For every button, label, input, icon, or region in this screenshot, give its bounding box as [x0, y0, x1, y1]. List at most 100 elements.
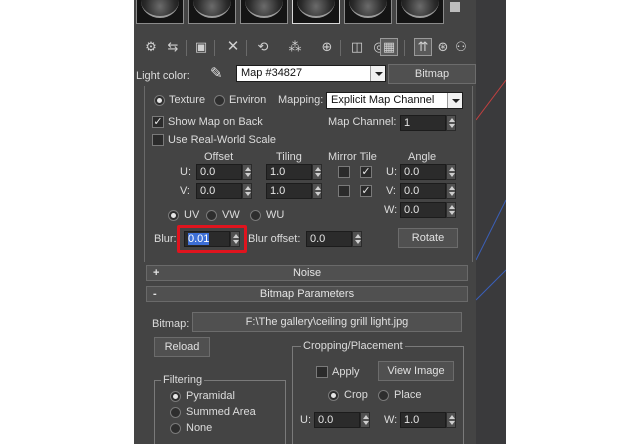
angle-u-label: U:: [386, 166, 397, 178]
map-type-button[interactable]: Bitmap: [388, 64, 476, 84]
v-label: V:: [180, 185, 190, 197]
place-label: Place: [394, 389, 422, 401]
angle-v-spinner[interactable]: [446, 183, 456, 199]
mapping-label: Mapping:: [278, 94, 324, 106]
crop-u-spinner[interactable]: [360, 412, 370, 428]
blur-spinner[interactable]: [230, 231, 240, 247]
pick-material-icon[interactable]: ⚇: [452, 38, 470, 56]
material-id-icon[interactable]: ◫: [348, 38, 366, 56]
real-world-scale-checkbox[interactable]: [152, 134, 164, 146]
view-image-button[interactable]: View Image: [378, 361, 454, 381]
delete-icon[interactable]: ✕: [224, 38, 242, 56]
apply-label: Apply: [332, 366, 360, 378]
crop-radio[interactable]: [328, 390, 339, 401]
chevron-down-icon[interactable]: [447, 93, 462, 108]
mirror-u-checkbox[interactable]: [338, 166, 350, 178]
bitmap-label: Bitmap:: [152, 318, 190, 330]
vw-radio[interactable]: [206, 210, 217, 221]
environ-label: Environ: [229, 94, 267, 106]
summed-area-radio[interactable]: [170, 407, 181, 418]
noise-rollout-header[interactable]: + Noise: [146, 265, 468, 281]
angle-header: Angle: [408, 151, 437, 163]
sample-slot[interactable]: [240, 0, 288, 24]
crop-u-label: U:: [300, 414, 311, 426]
put-material-icon[interactable]: ⇆: [164, 38, 182, 56]
show-map-on-back-label: Show Map on Back: [168, 116, 263, 128]
wu-radio[interactable]: [250, 210, 261, 221]
viewport-wires: [476, 79, 506, 301]
blur-offset-input[interactable]: 0.0: [306, 231, 352, 247]
map-name-field[interactable]: Map #34827: [236, 65, 386, 82]
blur-value-selection: 0.01: [188, 233, 210, 245]
map-channel-input[interactable]: 1: [400, 115, 446, 131]
mapping-dropdown[interactable]: Explicit Map Channel: [326, 92, 463, 109]
map-channel-spinner[interactable]: [446, 115, 456, 131]
pyramidal-radio[interactable]: [170, 391, 181, 402]
place-radio[interactable]: [378, 390, 389, 401]
map-channel-label: Map Channel:: [328, 116, 397, 128]
eyedropper-icon[interactable]: ✎: [210, 64, 230, 84]
tiling-header: Tiling: [276, 151, 302, 163]
crop-u-input[interactable]: 0.0: [314, 412, 360, 428]
sample-slot[interactable]: [136, 0, 184, 24]
apply-checkbox[interactable]: [316, 366, 328, 378]
sample-slot-selected[interactable]: [292, 0, 340, 24]
none-radio[interactable]: [170, 423, 181, 434]
real-world-scale-label: Use Real-World Scale: [168, 134, 277, 146]
tile-v-checkbox[interactable]: ✓: [360, 185, 372, 197]
cropping-title: Cropping/Placement: [301, 340, 405, 352]
chevron-down-icon[interactable]: [370, 66, 385, 81]
copy-material-icon[interactable]: ⟲: [254, 38, 272, 56]
mirror-v-checkbox[interactable]: [338, 185, 350, 197]
uv-label: UV: [184, 209, 200, 221]
rotate-button[interactable]: Rotate: [398, 228, 458, 248]
crop-w-spinner[interactable]: [446, 412, 456, 428]
viewport-strip: [476, 0, 506, 444]
tiling-u-spinner[interactable]: [312, 164, 322, 180]
material-library-icon[interactable]: ⊕: [318, 38, 336, 56]
crop-w-input[interactable]: 1.0: [400, 412, 446, 428]
go-forward-icon[interactable]: ⊛: [434, 38, 452, 56]
none-label: None: [186, 422, 213, 434]
sample-slot[interactable]: [396, 0, 444, 24]
offset-v-input[interactable]: 0.0: [196, 183, 242, 199]
angle-v-label: V:: [386, 185, 396, 197]
sample-slot[interactable]: [188, 0, 236, 24]
mirror-tile-header: Mirror Tile: [328, 151, 377, 163]
make-unique-icon[interactable]: ⁂: [286, 38, 304, 56]
light-color-label: Light color:: [136, 70, 190, 82]
go-to-parent-icon[interactable]: ⇈: [414, 38, 432, 56]
offset-v-spinner[interactable]: [242, 183, 252, 199]
offset-u-spinner[interactable]: [242, 164, 252, 180]
texture-radio[interactable]: [154, 95, 165, 106]
environ-radio[interactable]: [214, 95, 225, 106]
angle-w-input[interactable]: 0.0: [400, 202, 446, 218]
bitmap-path-button[interactable]: F:\The gallery\ceiling grill light.jpg: [192, 312, 462, 332]
offset-u-input[interactable]: 0.0: [196, 164, 242, 180]
texture-label: Texture: [169, 94, 206, 106]
show-background-icon[interactable]: ▦: [380, 38, 398, 56]
blur-input[interactable]: 0.01: [184, 231, 230, 247]
slot-arrow-icon[interactable]: [450, 2, 460, 12]
offset-header: Offset: [204, 151, 234, 163]
filtering-title: Filtering: [161, 374, 205, 386]
angle-w-spinner[interactable]: [446, 202, 456, 218]
get-material-icon[interactable]: ⚙: [142, 38, 160, 56]
blur-offset-spinner[interactable]: [352, 231, 362, 247]
angle-v-input[interactable]: 0.0: [400, 183, 446, 199]
show-map-on-back-checkbox[interactable]: ✓: [152, 116, 164, 128]
pyramidal-label: Pyramidal: [186, 390, 235, 402]
angle-u-spinner[interactable]: [446, 164, 456, 180]
tiling-v-input[interactable]: 1.0: [266, 183, 312, 199]
uv-radio[interactable]: [168, 210, 179, 221]
blur-offset-label: Blur offset:: [248, 233, 301, 245]
assign-material-icon[interactable]: ▣: [192, 38, 210, 56]
sample-slot[interactable]: [344, 0, 392, 24]
angle-u-input[interactable]: 0.0: [400, 164, 446, 180]
tiling-v-spinner[interactable]: [312, 183, 322, 199]
tiling-u-input[interactable]: 1.0: [266, 164, 312, 180]
reload-button[interactable]: Reload: [154, 337, 210, 357]
bitmap-parameters-rollout-header[interactable]: - Bitmap Parameters: [146, 286, 468, 302]
tile-u-checkbox[interactable]: ✓: [360, 166, 372, 178]
vw-label: VW: [222, 209, 240, 221]
